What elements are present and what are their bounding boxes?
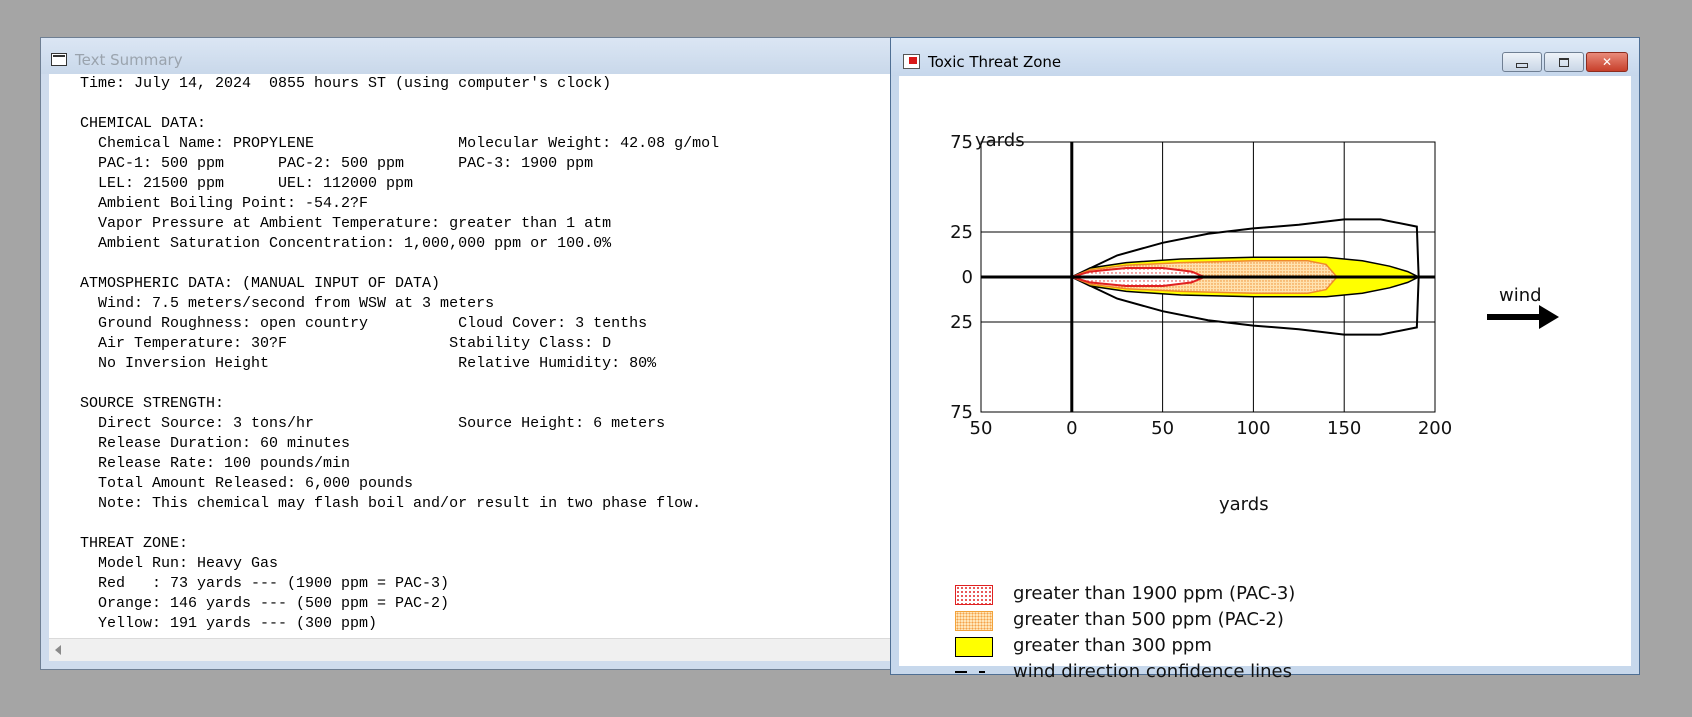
window-title: Text Summary [75,51,183,69]
legend-swatch-dashed-line [955,671,993,673]
y-tick-label: 0 [962,267,973,288]
x-tick-label: 100 [1236,418,1270,439]
legend-label: greater than 300 ppm [1013,635,1212,656]
x-tick-label: 150 [1327,418,1361,439]
window-title: Toxic Threat Zone [928,53,1062,71]
y-tick-label: 25 [950,222,973,243]
flag-icon [903,54,920,69]
legend-swatch-red [955,585,993,605]
legend-swatch-orange [955,611,993,631]
y-tick-label: 75 [950,132,973,153]
text-summary-content: Time: July 14, 2024 0855 hours ST (using… [49,74,919,639]
summary-text: Time: July 14, 2024 0855 hours ST (using… [80,75,720,632]
y-tick-label: 25 [950,312,973,333]
horizontal-scrollbar[interactable] [49,638,919,661]
wind-arrow-icon [1539,305,1559,329]
scroll-left-arrow-icon[interactable] [55,645,61,655]
y-tick-label: 75 [950,402,973,423]
legend-label: greater than 1900 ppm (PAC-3) [1013,583,1296,604]
text-summary-titlebar[interactable]: Text Summary [41,38,919,74]
x-tick-label: 200 [1418,418,1452,439]
y-axis-label: yards [975,130,1025,151]
threat-zone-plot-area: 50 0 50 100 150 200 75 25 0 25 75 yards yards wind… [899,76,1631,682]
toxic-threat-zone-window: Toxic Threat Zone ✕ 50 0 50 100 150 200 … [890,37,1640,682]
x-tick-label: 0 [1066,418,1077,439]
text-summary-window: Text Summary Time: July 14, 2024 0855 ho… [40,37,920,670]
threat-zone-chart: 50 0 50 100 150 200752502575 yards yards wind [950,130,1559,515]
x-tick-label: 50 [1151,418,1174,439]
minimize-icon [1516,63,1528,68]
legend-label: wind direction confidence lines [1013,661,1292,682]
wind-label: wind [1499,285,1542,306]
threat-zone-titlebar[interactable]: Toxic Threat Zone ✕ [891,38,1639,76]
minimize-button[interactable] [1502,52,1542,72]
maximize-button[interactable] [1544,52,1584,72]
close-icon: ✕ [1601,55,1613,69]
maximize-icon [1559,58,1569,67]
close-button[interactable]: ✕ [1586,52,1628,72]
legend-label: greater than 500 ppm (PAC-2) [1013,609,1284,630]
legend-swatch-yellow [955,637,993,657]
x-axis-label: yards [1219,494,1269,515]
document-icon [51,53,67,66]
